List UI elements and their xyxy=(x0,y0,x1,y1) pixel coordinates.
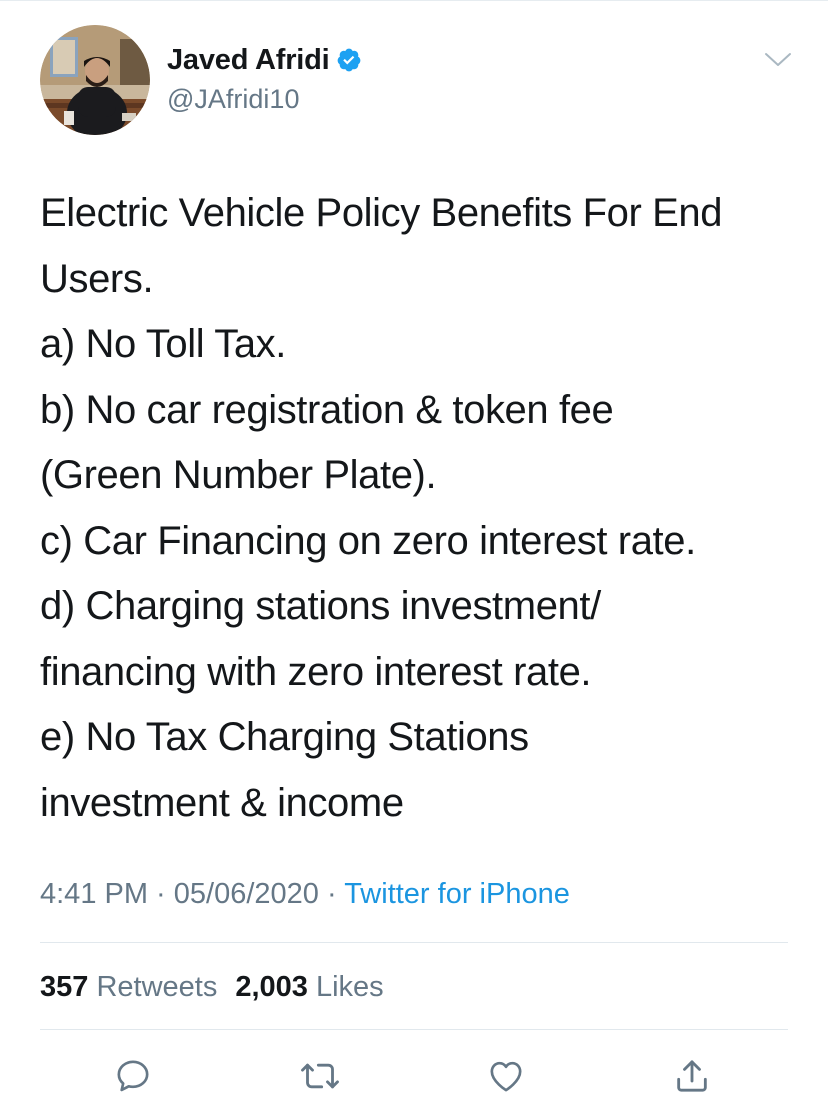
tweet-line: b) No car registration & token fee xyxy=(40,387,614,432)
retweet-icon xyxy=(301,1063,339,1089)
author-name-row[interactable]: Javed Afridi xyxy=(167,40,362,80)
likes-stat[interactable]: 2,003 Likes xyxy=(235,971,383,1003)
meta-separator: · xyxy=(148,878,174,910)
verified-badge-icon xyxy=(336,47,362,73)
tweet-date[interactable]: 05/06/2020 xyxy=(174,878,319,910)
divider xyxy=(40,942,788,943)
tweet-detail-page: Javed Afridi @JAfridi10 Electric Vehicle… xyxy=(0,0,828,1118)
display-name[interactable]: Javed Afridi xyxy=(167,44,330,77)
tweet-line: c) Car Financing on zero interest rate. xyxy=(40,518,696,563)
meta-separator: · xyxy=(318,878,345,910)
avatar[interactable] xyxy=(40,25,150,135)
retweets-stat[interactable]: 357 Retweets xyxy=(40,971,217,1003)
reply-button[interactable] xyxy=(111,1054,155,1098)
tweet-text: Electric Vehicle Policy Benefits For End… xyxy=(40,181,810,836)
top-border xyxy=(0,0,828,1)
like-button[interactable] xyxy=(484,1054,528,1098)
tweet-line: Electric Vehicle Policy Benefits For End xyxy=(40,191,723,235)
retweet-button[interactable] xyxy=(298,1054,342,1098)
likes-label: Likes xyxy=(315,971,384,1003)
avatar-photo xyxy=(40,25,150,135)
tweet-line: e) No Tax Charging Stations xyxy=(40,715,529,759)
author-handle[interactable]: @JAfridi10 xyxy=(167,84,299,115)
divider xyxy=(40,1029,788,1030)
retweets-count: 357 xyxy=(40,971,89,1003)
reply-icon xyxy=(117,1060,149,1092)
tweet-source-link[interactable]: Twitter for iPhone xyxy=(344,878,570,910)
share-button[interactable] xyxy=(670,1054,714,1098)
tweet-meta: 4:41 PM · 05/06/2020 · Twitter for iPhon… xyxy=(40,874,570,914)
tweet-line: (Green Number Plate). xyxy=(40,453,437,497)
heart-icon xyxy=(490,1061,522,1092)
tweet-time[interactable]: 4:41 PM xyxy=(40,878,148,910)
tweet-line: investment & income xyxy=(40,780,404,825)
tweet-line: Users. xyxy=(40,256,154,301)
share-icon xyxy=(677,1060,707,1092)
retweets-label: Retweets xyxy=(96,971,218,1003)
tweet-menu-button[interactable] xyxy=(760,44,796,76)
chevron-down-icon xyxy=(765,53,791,66)
tweet-stats: 357 Retweets 2,003 Likes xyxy=(40,967,384,1007)
tweet-line: a) No Toll Tax. xyxy=(40,322,286,366)
tweet-line: d) Charging stations investment/ xyxy=(40,584,601,628)
likes-count: 2,003 xyxy=(235,971,308,1003)
tweet-line: financing with zero interest rate. xyxy=(40,649,592,694)
